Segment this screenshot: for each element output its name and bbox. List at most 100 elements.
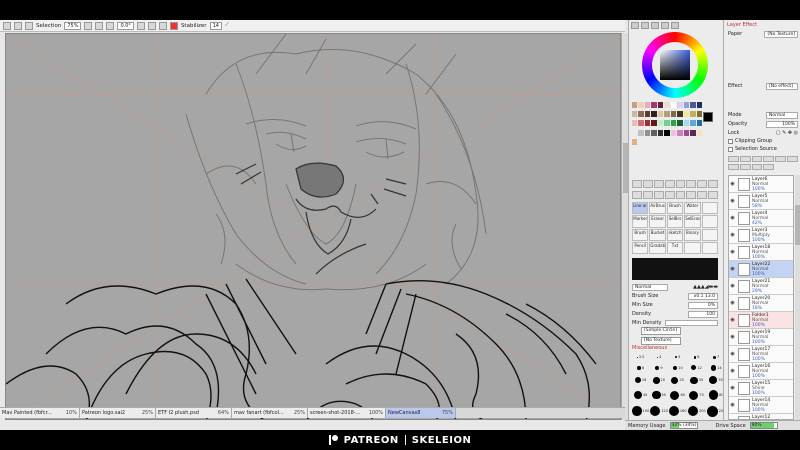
opacity-row[interactable]: Opacity 100% — [728, 120, 798, 128]
brush-size-preset[interactable]: 5 — [669, 353, 687, 362]
layer-transfer-icon[interactable] — [728, 163, 739, 170]
brush-type-cell[interactable] — [701, 215, 718, 228]
color-swatch[interactable] — [657, 102, 664, 108]
merge-all-icon[interactable] — [739, 163, 751, 170]
color-swatch[interactable] — [632, 102, 638, 108]
selection-icon[interactable] — [25, 21, 33, 30]
min-size-row[interactable]: Min Size 0% — [632, 301, 718, 309]
brush-type-cell[interactable] — [684, 241, 701, 254]
visibility-eye-icon[interactable]: ◉ — [729, 249, 736, 255]
visibility-eye-icon[interactable]: ◉ — [729, 385, 736, 391]
brush-size-preset[interactable]: 50 — [650, 388, 668, 402]
min-density-row[interactable]: Min Density — [632, 319, 718, 327]
color-swatch[interactable] — [683, 129, 690, 136]
color-swatch[interactable] — [670, 111, 677, 118]
color-swatch[interactable] — [670, 120, 677, 127]
brush-size-preset[interactable]: 12 — [688, 363, 706, 373]
layer-folder[interactable]: ◉ Folder1 Normal 100% — [729, 312, 793, 329]
min-size-value[interactable]: 0% — [688, 301, 718, 309]
checkbox-box[interactable] — [728, 146, 733, 152]
visibility-eye-icon[interactable]: ◉ — [729, 368, 736, 374]
layer-effect-header[interactable]: Layer Effect — [724, 20, 800, 30]
color-swatch[interactable] — [670, 129, 677, 136]
bucket-tool-icon[interactable] — [653, 190, 664, 199]
brush-size-preset[interactable]: 6 — [688, 353, 706, 362]
layer-mode-row[interactable]: Mode Normal — [728, 111, 798, 119]
layer-item[interactable]: ◉ Layer17 Normal 100% — [729, 346, 793, 363]
color-swatch[interactable] — [670, 102, 677, 108]
brush-size-preset[interactable]: 8 — [632, 363, 649, 373]
visibility-eye-icon[interactable]: ◉ — [729, 283, 736, 289]
brush-size-preset[interactable]: 60 — [669, 388, 687, 402]
color-swatch[interactable] — [632, 129, 638, 136]
rotate-left-icon[interactable] — [136, 21, 145, 30]
brush-size-field[interactable]: x0.1 13.0 — [688, 292, 718, 300]
layer-item[interactable]: ◉ Layer20 Normal 18% — [729, 295, 793, 312]
color-swatch[interactable] — [644, 120, 651, 127]
color-wheel-tab-icon[interactable] — [631, 22, 639, 29]
color-swatch[interactable] — [683, 102, 690, 108]
color-swatch[interactable] — [638, 102, 644, 108]
new-folder-icon[interactable] — [751, 156, 763, 162]
visibility-eye-icon[interactable]: ◉ — [729, 351, 736, 357]
color-swatch[interactable] — [696, 102, 702, 108]
brush-size-preset[interactable]: 30 — [688, 374, 706, 387]
layer-mode-select[interactable]: Normal — [766, 111, 798, 119]
color-swatch[interactable] — [657, 111, 664, 118]
brush-type-cell[interactable]: Txt — [666, 241, 684, 254]
merge-down-icon[interactable] — [775, 156, 787, 162]
brush-type-cell[interactable]: SelEras — [684, 215, 701, 228]
visibility-eye-icon[interactable]: ◉ — [729, 334, 736, 340]
undo-icon[interactable] — [3, 21, 11, 30]
rgb-slider-tab-icon[interactable] — [641, 22, 649, 29]
blend-mode-row[interactable]: Normal ▲▲▲◢▬▬ — [632, 283, 718, 291]
brush-type-cell[interactable]: Line art — [632, 202, 649, 215]
tab-document-2[interactable]: ETF I2 plush.psd 64% — [156, 408, 232, 418]
brush-type-cell[interactable]: Gradati... — [649, 241, 666, 254]
color-swatch[interactable] — [632, 138, 638, 145]
shape-icon[interactable] — [686, 190, 697, 199]
visibility-eye-icon[interactable]: ◉ — [729, 317, 736, 323]
color-swatch[interactable] — [677, 111, 683, 118]
color-swatch[interactable] — [690, 129, 696, 136]
layer-item[interactable]: ◉ Layer19 Normal 100% — [729, 329, 793, 346]
effect-select[interactable]: [No effect] — [766, 82, 798, 90]
brush-texture-dropdown[interactable]: [No Texture] — [641, 337, 681, 345]
new-linework-layer-icon[interactable] — [739, 156, 751, 162]
color-swatch[interactable] — [664, 102, 670, 108]
layer-item[interactable]: ◉ Layer4 Normal 42% — [729, 210, 793, 227]
color-swatch[interactable] — [657, 120, 664, 127]
layer-item[interactable]: ◉ Layer12Normal100% — [729, 414, 793, 419]
redo-icon[interactable] — [14, 21, 22, 30]
brush-size-preset[interactable]: 40 — [632, 388, 649, 402]
density-row[interactable]: Density 100 — [632, 310, 718, 318]
zoom-field[interactable]: 75% — [64, 21, 82, 30]
color-swatch[interactable] — [632, 111, 638, 118]
tab-document-0[interactable]: Mav Painted (fbfcr... 10% — [0, 408, 80, 418]
new-layer-icon[interactable] — [728, 156, 739, 162]
visibility-eye-icon[interactable]: ◉ — [729, 232, 736, 238]
drawing-canvas[interactable] — [5, 33, 621, 420]
color-swatch[interactable] — [696, 129, 702, 136]
paper-select[interactable]: [No Texture] — [764, 30, 798, 38]
tab-document-1[interactable]: Patreon logo.sai2 25% — [80, 408, 156, 418]
blend-mode-select[interactable]: Normal — [632, 283, 668, 291]
ruler-icon[interactable] — [697, 190, 708, 199]
rotation-field[interactable]: 0.0° — [117, 21, 134, 30]
hsv-slider-tab-icon[interactable] — [651, 22, 659, 29]
brush-type-cell[interactable] — [701, 228, 718, 241]
color-swatch[interactable] — [677, 120, 683, 127]
visibility-eye-icon[interactable]: ◉ — [729, 215, 736, 221]
color-swatch[interactable] — [683, 120, 690, 127]
text-icon[interactable] — [708, 180, 718, 188]
opacity-slider[interactable]: 100% — [766, 120, 798, 128]
color-swatch[interactable] — [677, 129, 683, 136]
color-swatch[interactable] — [632, 120, 638, 127]
layer-item[interactable]: ◉ Layer18 Normal 100% — [729, 244, 793, 261]
visibility-eye-icon[interactable]: ◉ — [729, 181, 736, 187]
brush-size-preset[interactable]: 4 — [650, 353, 668, 362]
layer-item[interactable]: ◉ Layer21 Normal 29% — [729, 278, 793, 295]
color-swatch[interactable] — [638, 129, 644, 136]
brush-type-cell[interactable]: AirBrush — [649, 202, 666, 215]
brush-size-preset[interactable]: 20 — [650, 374, 668, 387]
